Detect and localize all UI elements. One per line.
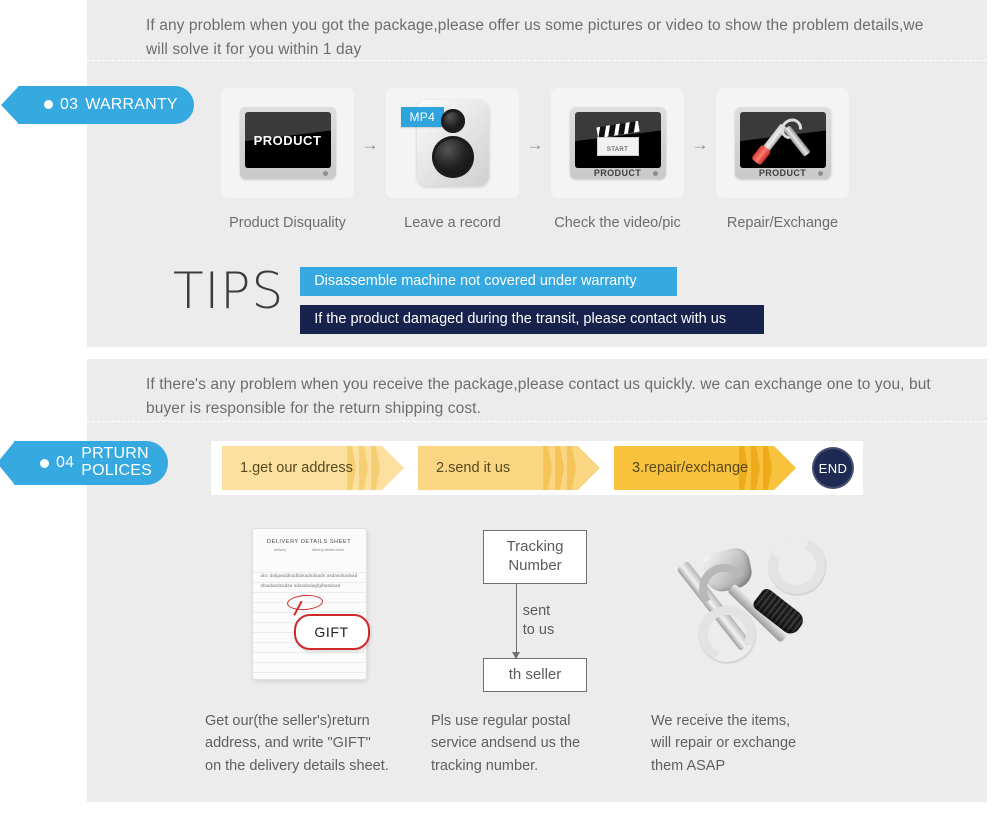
- section-tag-warranty[interactable]: 03 WARRANTY: [1, 86, 194, 124]
- gift-callout: GIFT: [293, 614, 370, 650]
- step-arrow-icon: →: [361, 135, 379, 154]
- clapper-text: START: [606, 147, 629, 153]
- column-caption: We receive the items, will repair or exc…: [651, 713, 797, 774]
- section-number: 03: [60, 96, 79, 114]
- returns-column-address: DELIVERY DETAILS SHEET delivery delivery…: [196, 528, 422, 777]
- step-card: PRODUCT: [221, 88, 354, 198]
- bullet-dot-icon: [44, 100, 53, 110]
- sheet-subtitle-right: delivery details sheet: [311, 548, 344, 552]
- sheet-subtitle-row: delivery delivery details sheet: [262, 548, 357, 552]
- clapperboard-monitor-icon: START PRODUCT: [569, 107, 666, 179]
- delivery-details-sheet-icon: DELIVERY DETAILS SHEET delivery delivery…: [251, 528, 367, 680]
- returns-intro-text: If there's any problem when you receive …: [146, 376, 931, 418]
- tip-bar-transit-damage: If the product damaged during the transi…: [300, 305, 765, 334]
- flow-step-send-it-us[interactable]: 2.send it us: [418, 446, 600, 490]
- end-badge: END: [812, 447, 854, 489]
- warranty-step-leave-a-record: MP4 Leave a record: [385, 88, 520, 231]
- power-led-icon: [652, 171, 658, 176]
- tag-arrow-tail: [1, 86, 19, 124]
- tip-bar-warranty-void: Disassemble machine not covered under wa…: [300, 267, 678, 296]
- monitor-base-text: PRODUCT: [593, 168, 642, 178]
- monitor-screen-text: PRODUCT: [253, 132, 322, 148]
- step-arrow-icon: →: [526, 135, 544, 154]
- monitor-icon: PRODUCT: [239, 107, 336, 179]
- section-tag-return-policies[interactable]: 04 PRTURN POLICES: [0, 441, 168, 485]
- column-art: DELIVERY DETAILS SHEET delivery delivery…: [196, 528, 422, 696]
- tools-monitor-icon: PRODUCT: [734, 107, 831, 179]
- step-card: START PRODUCT: [551, 88, 684, 198]
- step-label: Check the video/pic: [554, 215, 681, 231]
- chevron-fins-icon: [543, 446, 576, 490]
- mp4-badge: MP4: [400, 107, 445, 127]
- bullet-dot-icon: [40, 458, 49, 468]
- column-caption: Get our(the seller's)return address, and…: [205, 713, 389, 774]
- down-arrow-icon: [512, 583, 521, 659]
- step-label: Leave a record: [404, 215, 501, 231]
- flow-connector: sent to us: [512, 583, 555, 659]
- mp4-recorder-icon: MP4: [400, 100, 489, 186]
- flow-box-tracking-number: Tracking Number: [483, 530, 587, 584]
- returns-column-tracking: Tracking Number sent to us th seller Pls…: [422, 528, 648, 777]
- flow-step-label: 3.repair/exchange: [632, 460, 749, 476]
- warranty-return-policy-page: If any problem when you got the package,…: [0, 0, 1000, 813]
- warranty-step-repair-exchange: PRODUCT Repair/Exchange: [715, 88, 850, 231]
- screwdriver-wrench-icon: [757, 120, 811, 160]
- step-label: Repair/Exchange: [726, 215, 839, 231]
- section-title: PRTURN POLICES: [81, 445, 152, 480]
- flow-step-label: 2.send it us: [436, 460, 511, 476]
- monitor-base-text: PRODUCT: [758, 168, 807, 178]
- step-arrow-icon: →: [691, 135, 709, 154]
- warranty-steps-row: PRODUCT Product Disquality → MP4 Leave a…: [220, 88, 880, 231]
- column-art: [648, 528, 874, 696]
- tips-heading: TIPS: [173, 262, 285, 320]
- sheet-body-text: abc dafgasddsadbdsadsdsads asdasdsadsads…: [260, 573, 358, 589]
- flow-step-get-address[interactable]: 1.get our address: [222, 446, 404, 490]
- returns-column-repair: We receive the items, will repair or exc…: [648, 528, 874, 777]
- hammer-wrench-screwdriver-icon: [676, 528, 833, 678]
- small-lens-icon: [440, 109, 465, 133]
- section-number: 04: [56, 454, 75, 472]
- section-title-line1: PRTURN: [81, 445, 149, 463]
- clapperboard-icon: START: [595, 120, 641, 156]
- tag-arrow-tail: [0, 441, 15, 485]
- section-title-line2: POLICES: [81, 462, 152, 479]
- warranty-step-product-disquality: PRODUCT Product Disquality: [220, 88, 355, 231]
- warranty-step-check-video: START PRODUCT Check the video/pic: [550, 88, 685, 231]
- section-title: WARRANTY: [85, 96, 178, 114]
- power-led-icon: [817, 171, 823, 176]
- flow-arrow-label: sent to us: [522, 602, 555, 638]
- tips-block: TIPS Disassemble machine not covered und…: [173, 262, 765, 334]
- tips-bars: Disassemble machine not covered under wa…: [300, 267, 765, 334]
- sheet-subtitle-left: delivery: [274, 548, 287, 552]
- step-card: PRODUCT: [716, 88, 849, 198]
- large-lens-icon: [431, 136, 474, 178]
- returns-illustration-row: DELIVERY DETAILS SHEET delivery delivery…: [196, 528, 876, 777]
- step-label: Product Disquality: [229, 215, 346, 231]
- flow-box-seller: th seller: [483, 657, 587, 693]
- returns-divider: [87, 421, 987, 422]
- flow-step-repair-exchange[interactable]: 3.repair/exchange: [614, 446, 796, 490]
- power-led-icon: [322, 171, 328, 176]
- tracking-flow-diagram: Tracking Number sent to us th seller: [422, 528, 648, 693]
- column-caption: Pls use regular postal service andsend u…: [431, 713, 581, 774]
- warranty-intro-text: If any problem when you got the package,…: [146, 17, 924, 59]
- flow-step-label: 1.get our address: [240, 460, 353, 476]
- returns-flow-strip: 1.get our address 2.send it us 3.repair/…: [211, 441, 863, 495]
- step-card: MP4: [386, 88, 519, 198]
- sheet-title: DELIVERY DETAILS SHEET: [266, 539, 352, 545]
- column-art: Tracking Number sent to us th seller: [422, 528, 648, 696]
